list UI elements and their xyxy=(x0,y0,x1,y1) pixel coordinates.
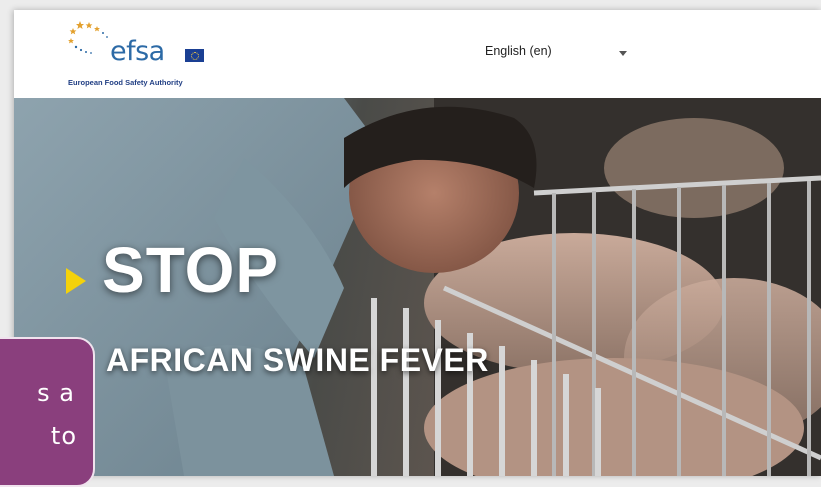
hero-banner[interactable]: STOP AFRICAN SWINE FEVER xyxy=(14,98,821,476)
site-header: efsa European Food Safety Authority Engl… xyxy=(14,10,821,99)
efsa-logo[interactable]: efsa European Food Safety Authority xyxy=(60,18,220,94)
eu-flag-icon xyxy=(185,49,204,62)
hero-subheadline: AFRICAN SWINE FEVER xyxy=(106,342,489,378)
tooltip-text-line-1: s a xyxy=(37,379,75,407)
tooltip-text-line-2: to xyxy=(50,422,77,450)
logo-subtitle: European Food Safety Authority xyxy=(68,78,183,87)
play-arrow-icon xyxy=(66,268,86,294)
caret-down-icon xyxy=(619,51,627,56)
language-selector-label: English (en) xyxy=(485,44,552,58)
chat-tooltip[interactable]: s a to xyxy=(0,337,95,487)
browser-page: efsa European Food Safety Authority Engl… xyxy=(14,10,821,476)
hero-headline: STOP xyxy=(102,234,280,306)
stars-icon xyxy=(68,21,108,54)
logo-wordmark: efsa xyxy=(110,36,165,67)
